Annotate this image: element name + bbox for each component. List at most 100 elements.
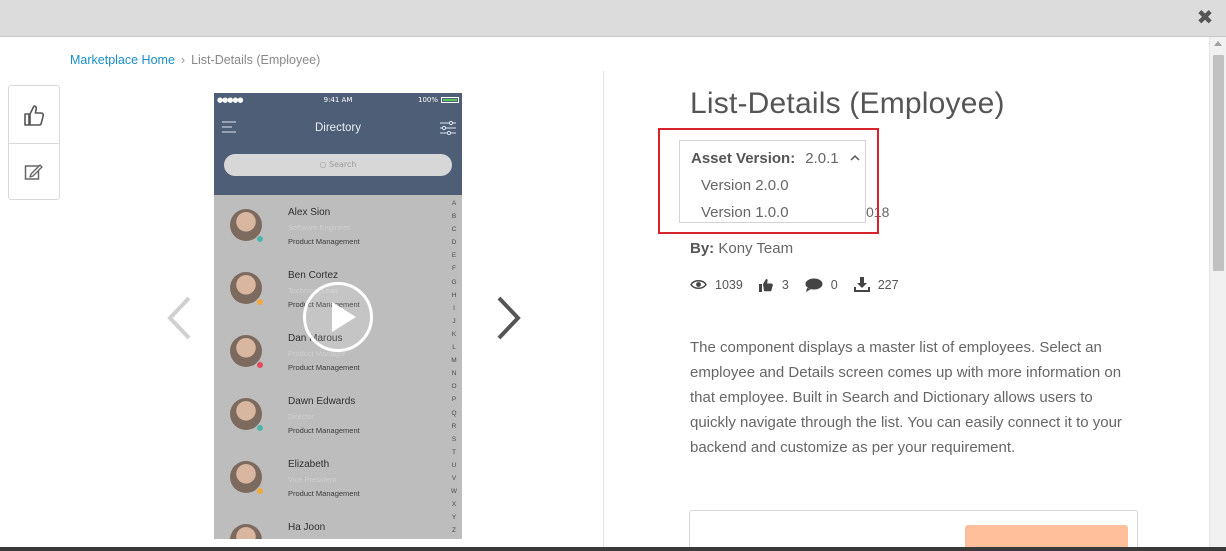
- alphabet-letter: L: [452, 344, 456, 352]
- breadcrumb-separator: ›: [180, 53, 186, 67]
- contact-name: Ha Joon: [288, 522, 326, 533]
- preview-screenshot: ●●●●● 9:41 AM 100% Directory ○ Search Al…: [214, 93, 462, 539]
- downloads-stat: 227: [853, 277, 899, 292]
- phone-search-bar: ○ Search: [224, 154, 452, 176]
- alphabet-letter: F: [452, 265, 456, 273]
- alphabet-letter: C: [451, 226, 457, 234]
- comments-stat: 0: [805, 278, 838, 292]
- alphabet-letter: E: [451, 252, 457, 260]
- alphabet-letter: T: [452, 448, 456, 456]
- column-divider: [603, 71, 604, 547]
- download-icon: [853, 277, 870, 292]
- filter-settings-icon: [440, 121, 456, 135]
- contact-list: Alex Sion Software Engineer Product Mana…: [214, 195, 462, 539]
- contact-role: Vice President: [288, 475, 337, 484]
- contact-dept: Product Management: [288, 363, 360, 372]
- comments-count: 0: [830, 277, 838, 292]
- alphabet-letter: J: [452, 317, 456, 325]
- version-dropdown[interactable]: Asset Version: 2.0.1 Version 2.0.0 Versio…: [679, 140, 866, 223]
- edit-review-button[interactable]: [9, 143, 59, 200]
- alphabet-letter: A: [451, 200, 457, 207]
- alphabet-letter: O: [451, 383, 457, 391]
- status-dot: [256, 361, 264, 369]
- contact-name: Elizabeth: [288, 459, 330, 470]
- contact-name: Alex Sion: [288, 207, 331, 218]
- chevron-left-icon: [167, 296, 191, 340]
- contact-role: Software Engineer: [288, 223, 350, 232]
- list-item: Ha Joon: [214, 510, 462, 539]
- asset-action-box: [8, 85, 60, 200]
- asset-stats: 1039 3 0 227: [690, 277, 915, 292]
- close-button[interactable]: ✖: [1194, 6, 1216, 28]
- list-item: Dawn Edwards Director Product Management: [214, 384, 462, 447]
- breadcrumb: Marketplace Home › List-Details (Employee): [70, 53, 320, 67]
- alphabet-letter: H: [451, 291, 457, 299]
- contact-name: Ben Cortez: [288, 270, 339, 281]
- alphabet-letter: K: [451, 330, 457, 338]
- version-label: Asset Version:: [691, 150, 796, 167]
- status-dot: [256, 235, 264, 243]
- background-window-strip: [0, 547, 1226, 551]
- battery-icon: [441, 97, 459, 103]
- modal-scrollbar[interactable]: [1209, 37, 1226, 547]
- alphabet-letter: M: [451, 357, 457, 365]
- phone-app-title: Directory: [314, 122, 361, 134]
- version-option[interactable]: Version 2.0.0: [701, 177, 789, 194]
- download-button[interactable]: [965, 525, 1128, 547]
- play-video-button[interactable]: [303, 282, 373, 352]
- asset-description: The component displays a master list of …: [690, 339, 1122, 456]
- version-option[interactable]: Version 1.0.0: [701, 204, 789, 221]
- avatar: [230, 524, 262, 539]
- author-name: Kony Team: [718, 240, 794, 257]
- alphabet-letter: U: [451, 461, 457, 469]
- like-button[interactable]: [9, 86, 59, 143]
- alphabet-letter: Y: [451, 514, 457, 522]
- carousel-prev-button[interactable]: [165, 295, 193, 345]
- search-icon: ○: [319, 160, 330, 169]
- author-label: By:: [690, 240, 715, 257]
- alphabet-letter: R: [451, 422, 457, 430]
- breadcrumb-home-link[interactable]: Marketplace Home: [70, 53, 175, 67]
- breadcrumb-current: List-Details (Employee): [191, 53, 321, 67]
- version-dropdown-header[interactable]: Asset Version: 2.0.1: [691, 150, 839, 167]
- scroll-up-arrow-icon[interactable]: [1214, 41, 1222, 46]
- alphabet-index: ABCDEFGHIJKLMNOPQRSTUVWXYZ: [449, 197, 459, 537]
- download-card: [689, 510, 1138, 547]
- alphabet-letter: D: [451, 239, 457, 247]
- views-count: 1039: [715, 277, 743, 292]
- list-item: Alex Sion Software Engineer Product Mana…: [214, 195, 462, 258]
- likes-stat: 3: [758, 278, 789, 292]
- eye-icon: [690, 280, 707, 289]
- comment-icon: [805, 278, 823, 292]
- carousel-next-button[interactable]: [495, 295, 523, 345]
- alphabet-letter: S: [451, 435, 457, 443]
- alphabet-letter: V: [451, 474, 457, 482]
- alphabet-letter: X: [451, 501, 457, 509]
- alphabet-letter: B: [451, 213, 457, 221]
- phone-app-header: Directory ○ Search: [214, 108, 462, 195]
- battery-percent: 100%: [417, 96, 438, 104]
- status-dot: [256, 487, 264, 495]
- contact-name: Dawn Edwards: [288, 396, 356, 407]
- alphabet-letter: W: [450, 488, 458, 496]
- chevron-right-icon: [497, 296, 521, 340]
- contact-dept: Product Management: [288, 489, 360, 498]
- downloads-count: 227: [877, 277, 899, 292]
- author-line: By: Kony Team: [690, 240, 793, 257]
- asset-details-modal: Marketplace Home › List-Details (Employee)…: [0, 37, 1226, 547]
- status-dot: [256, 298, 264, 306]
- contact-dept: Product Management: [288, 426, 360, 435]
- status-dot: [256, 424, 264, 432]
- contact-role: Director: [288, 412, 315, 421]
- views-stat: 1039: [690, 278, 743, 292]
- chevron-up-icon: [850, 154, 860, 161]
- alphabet-letter: G: [451, 278, 457, 286]
- thumbs-up-icon: [24, 104, 45, 126]
- modal-top-bar: ✖: [0, 0, 1226, 37]
- scrollbar-thumb[interactable]: [1213, 55, 1224, 271]
- thumbs-up-icon: [758, 278, 773, 292]
- phone-search-placeholder: Search: [329, 160, 357, 169]
- list-item: Elizabeth Vice President Product Managem…: [214, 447, 462, 510]
- alphabet-letter: I: [453, 304, 455, 312]
- version-selected-value: 2.0.1: [805, 150, 839, 167]
